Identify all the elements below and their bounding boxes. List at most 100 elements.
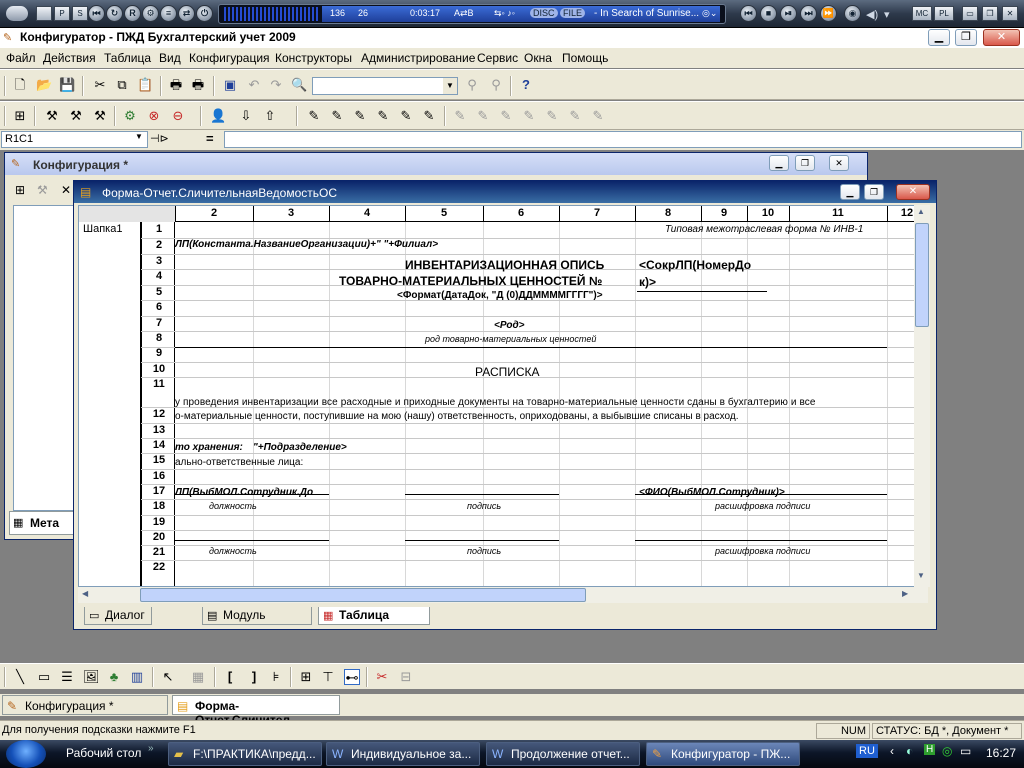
menu-constructors[interactable]: Конструкторы xyxy=(275,51,352,65)
pl-button[interactable]: PL xyxy=(934,6,954,21)
horizontal-scroll-thumb[interactable] xyxy=(140,588,586,602)
media-mode-button-s[interactable]: S xyxy=(72,6,88,21)
scroll-right-icon[interactable]: ▶ xyxy=(902,589,908,598)
media-minimize-icon[interactable]: ▭ xyxy=(962,6,978,21)
open-folder-icon[interactable]: 📂 xyxy=(36,77,52,93)
chart-tool-icon[interactable]: ▥ xyxy=(129,669,145,685)
col-header-10[interactable]: 10 xyxy=(747,207,789,219)
config-minimize-button[interactable]: ▁ xyxy=(769,155,789,171)
start-button[interactable] xyxy=(6,740,46,768)
cell-r5-date[interactable]: <Формат(ДатаДок, "Д (0)ДДММММГГГГ")> xyxy=(397,290,603,301)
cell-r12-text[interactable]: о-материальные ценности, поступившие на … xyxy=(175,411,739,422)
cell-r4-docnum-tail[interactable]: к)> xyxy=(639,275,656,289)
cell-r3-docnum[interactable]: <СокрЛП(НомерДо xyxy=(639,258,751,272)
menu-file[interactable]: Файл xyxy=(6,51,36,65)
object-tool-icon[interactable]: ♣ xyxy=(106,669,122,685)
col-header-3[interactable]: 3 xyxy=(253,207,329,219)
chevron-down-icon[interactable]: ▼ xyxy=(443,78,457,94)
print-preview-icon[interactable]: 🖶 xyxy=(190,77,206,93)
vertical-scroll-thumb[interactable] xyxy=(915,223,929,327)
tray-volume-icon[interactable]: ▭ xyxy=(960,744,971,758)
row-header-21[interactable]: 21 xyxy=(142,546,176,558)
mc-button[interactable]: MC xyxy=(912,6,932,21)
properties-icon[interactable]: ▣ xyxy=(222,77,238,93)
cell-r18-signature-caption[interactable]: подпись xyxy=(467,501,501,511)
quicklaunch-overflow-icon[interactable]: » xyxy=(148,743,154,754)
menu-actions[interactable]: Действия xyxy=(43,51,96,65)
cell-r3-title[interactable]: ИНВЕНТАРИЗАЦИОННАЯ ОПИСЬ xyxy=(405,258,604,272)
save-icon[interactable]: 💾 xyxy=(59,77,75,93)
designer-icon-3[interactable]: ⚒ xyxy=(92,108,108,124)
cell-r2-organization[interactable]: ЛП(Константа.НазваниеОрганизации)+" "+Фи… xyxy=(175,239,438,250)
table-headers-icon[interactable]: ⊤ xyxy=(320,669,336,685)
tab-table[interactable]: ▦ Таблица xyxy=(318,607,430,625)
spreadsheet-grid[interactable]: 2 3 4 5 6 7 8 9 10 11 12 Шапка1 1 2 3 4 … xyxy=(78,205,928,587)
row-header-13[interactable]: 13 xyxy=(142,424,176,436)
redo-icon[interactable]: ↷ xyxy=(268,77,284,93)
menu-configuration[interactable]: Конфигурация xyxy=(189,51,270,65)
app-restore-button[interactable]: ❐ xyxy=(955,29,977,46)
scroll-left-icon[interactable]: ◀ xyxy=(82,589,88,598)
cell-r10-receipt[interactable]: РАСПИСКА xyxy=(475,365,540,379)
cell-r1-form-code[interactable]: Типовая межотраслевая форма № ИНВ-1 xyxy=(665,224,863,235)
stop-icon[interactable]: ⊖ xyxy=(170,108,186,124)
task-word-2[interactable]: W Продолжение отчет... xyxy=(486,742,640,766)
constructor-icon-3[interactable]: ✎ xyxy=(352,108,368,124)
row-header-6[interactable]: 6 xyxy=(142,301,176,313)
designer-icon-2[interactable]: ⚒ xyxy=(68,108,84,124)
clock[interactable]: 16:27 xyxy=(986,746,1016,760)
cell-r7-kind[interactable]: <Род> xyxy=(494,320,525,331)
ruler-icon[interactable]: ⊷ xyxy=(344,669,360,685)
media-repeat-icon[interactable]: ↻ xyxy=(106,5,123,22)
media-prev-track-icon[interactable]: ⏮ xyxy=(740,5,757,22)
row-header-19[interactable]: 19 xyxy=(142,516,176,528)
rectangle-tool-icon[interactable]: ▭ xyxy=(36,669,52,685)
media-mode-button-p[interactable]: P xyxy=(54,6,70,21)
undo-icon[interactable]: ↶ xyxy=(246,77,262,93)
task-word-1[interactable]: W Индивидуальное за... xyxy=(326,742,480,766)
tray-sound-icon[interactable]: ◐ xyxy=(906,744,913,758)
pin-icon[interactable]: ⊣⊳ xyxy=(150,132,169,145)
print-icon[interactable]: 🖶 xyxy=(168,77,184,93)
tab-dialog[interactable]: ▭ Диалог xyxy=(84,607,152,625)
col-header-7[interactable]: 7 xyxy=(559,207,635,219)
col-header-6[interactable]: 6 xyxy=(483,207,559,219)
col-header-4[interactable]: 4 xyxy=(329,207,405,219)
row-header-12[interactable]: 12 xyxy=(142,408,176,420)
save-config-icon[interactable]: ⇧ xyxy=(262,108,278,124)
cell-r8-kind-caption[interactable]: род товарно-материальных ценностей xyxy=(425,334,596,344)
row-header-3[interactable]: 3 xyxy=(142,255,176,267)
menu-administration[interactable]: Администрирование xyxy=(361,51,475,65)
designer-icon-1[interactable]: ⚒ xyxy=(44,108,60,124)
table-grid-icon[interactable]: ⊞ xyxy=(298,669,314,685)
section-label[interactable]: Шапка1 xyxy=(83,223,122,235)
col-header-5[interactable]: 5 xyxy=(405,207,483,219)
media-play-pause-icon[interactable]: ⏯ xyxy=(780,5,797,22)
row-header-5[interactable]: 5 xyxy=(142,286,176,298)
debug-icon[interactable]: ⊗ xyxy=(146,108,162,124)
tray-app-icon[interactable]: H xyxy=(924,744,936,755)
volume-icon[interactable]: ◀) xyxy=(866,8,878,21)
visualizer-icon[interactable]: ◎⌄ xyxy=(702,8,717,19)
tray-expand-icon[interactable]: ‹ xyxy=(890,744,894,758)
cell-r17-fullname[interactable]: <ФИО(ВыбМОЛ.Сотрудник)> xyxy=(639,487,785,498)
media-settings-icon[interactable]: ⚙ xyxy=(142,5,159,22)
form-restore-button[interactable]: ❐ xyxy=(864,184,884,200)
row-header-16[interactable]: 16 xyxy=(142,470,176,482)
vertical-scrollbar[interactable]: ▲ ▼ xyxy=(914,205,930,587)
window-tab-configuration[interactable]: ✎ Конфигурация * xyxy=(2,695,168,715)
row-header-8[interactable]: 8 xyxy=(142,332,176,344)
find-icon[interactable]: 🔍 xyxy=(291,77,307,93)
constructor-icon-4[interactable]: ✎ xyxy=(375,108,391,124)
ab-repeat-label[interactable]: A⇄B xyxy=(454,8,474,19)
row-header-18[interactable]: 18 xyxy=(142,500,176,512)
form-minimize-button[interactable]: ▁ xyxy=(840,184,860,200)
text-tool-icon[interactable]: ☰ xyxy=(59,669,75,685)
copy-icon[interactable]: ⧉ xyxy=(114,77,130,93)
desktop-button[interactable]: Рабочий стол xyxy=(66,746,141,760)
row-header-22[interactable]: 22 xyxy=(142,561,176,573)
row-header-2[interactable]: 2 xyxy=(142,239,176,251)
app-minimize-button[interactable]: ▁ xyxy=(928,29,950,46)
new-document-icon[interactable]: 🗋 xyxy=(12,77,28,93)
media-close-icon[interactable]: ✕ xyxy=(1002,6,1018,21)
